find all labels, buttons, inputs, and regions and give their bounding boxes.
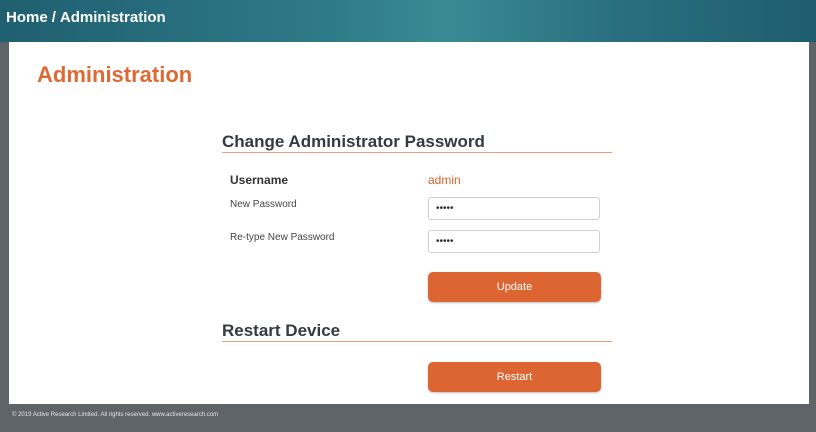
restart-button[interactable]: Restart bbox=[428, 362, 601, 392]
footer-text: © 2019 Active Research Limited. All righ… bbox=[12, 412, 219, 418]
page-title: Administration bbox=[37, 62, 193, 87]
breadcrumb-current: Administration bbox=[59, 9, 166, 26]
breadcrumb-home[interactable]: Home bbox=[6, 9, 48, 26]
update-button[interactable]: Update bbox=[428, 272, 601, 302]
top-banner: Home / Administration bbox=[0, 0, 816, 42]
retype-password-input[interactable]: ••••• bbox=[428, 230, 600, 253]
window-edge bbox=[809, 42, 816, 404]
breadcrumb-separator: / bbox=[51, 9, 56, 26]
breadcrumb: Home / Administration bbox=[6, 9, 166, 26]
content-card: Administration Change Administrator Pass… bbox=[9, 42, 809, 404]
username-label: Username bbox=[230, 173, 289, 187]
restart-device-title: Restart Device bbox=[222, 321, 341, 340]
section-divider bbox=[222, 341, 612, 342]
change-password-title: Change Administrator Password bbox=[222, 132, 485, 151]
retype-password-label: Re-type New Password bbox=[230, 232, 335, 243]
new-password-label: New Password bbox=[230, 199, 297, 210]
username-value: admin bbox=[428, 173, 461, 187]
new-password-input[interactable]: ••••• bbox=[428, 197, 600, 220]
section-divider bbox=[222, 152, 612, 153]
